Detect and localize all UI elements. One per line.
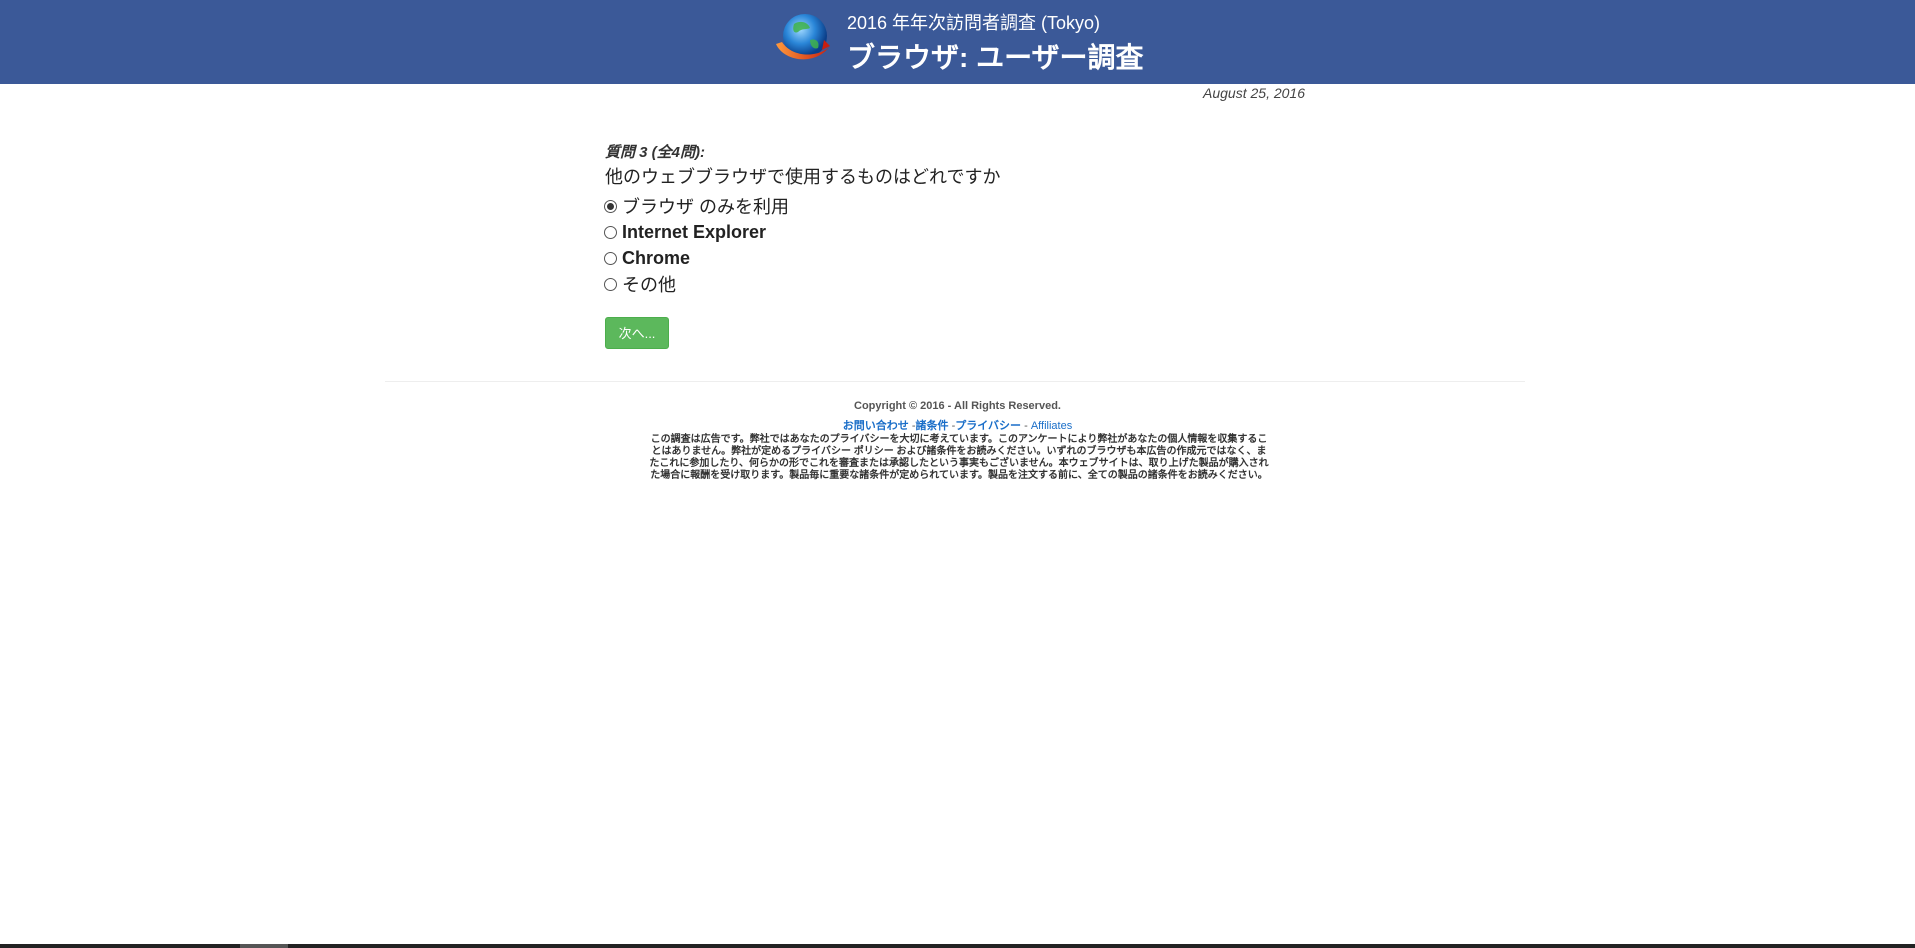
horizontal-scrollbar[interactable] (0, 944, 1915, 948)
survey-page: 2016 年年次訪問者調査 (Tokyo) ブラウザ: ユーザー調査 Augus… (0, 0, 1915, 948)
option-label[interactable]: Internet Explorer (622, 222, 766, 243)
option-label[interactable]: その他 (622, 271, 676, 297)
option-other[interactable]: その他 (604, 271, 789, 297)
option-chrome[interactable]: Chrome (604, 245, 789, 271)
answer-options: ブラウザ のみを利用 Internet Explorer Chrome その他 (604, 193, 789, 297)
header-bar: 2016 年年次訪問者調査 (Tokyo) ブラウザ: ユーザー調査 (0, 0, 1915, 84)
copyright-text: Copyright © 2016 - All Rights Reserved. (854, 400, 1061, 412)
option-internet-explorer[interactable]: Internet Explorer (604, 219, 789, 245)
option-label[interactable]: Chrome (622, 248, 690, 269)
option-browser-only[interactable]: ブラウザ のみを利用 (604, 193, 789, 219)
survey-date: August 25, 2016 (1203, 85, 1305, 101)
footer-divider (385, 381, 1525, 382)
radio-button-selected[interactable] (604, 199, 617, 213)
terms-link[interactable]: 諸条件 (916, 420, 949, 432)
option-label[interactable]: ブラウザ のみを利用 (622, 193, 789, 219)
page-title: ブラウザ: ユーザー調査 (847, 42, 1144, 73)
disclaimer-text: この調査は広告です。弊社ではあなたのプライバシーを大切に考えています。このアンケ… (649, 434, 1269, 481)
next-button[interactable]: 次へ... (605, 317, 669, 349)
radio-button[interactable] (604, 225, 617, 239)
radio-button[interactable] (604, 251, 617, 265)
link-separator: - (1024, 420, 1028, 432)
affiliates-link[interactable]: Affiliates (1031, 420, 1072, 432)
scrollbar-thumb[interactable] (240, 944, 288, 948)
privacy-link[interactable]: プライバシー (955, 420, 1021, 432)
header-subtitle: 2016 年年次訪問者調査 (Tokyo) (847, 13, 1101, 33)
question-number: 質問 3 (全4問): (605, 144, 706, 161)
question-text: 他のウェブブラウザで使用するものはどれですか (605, 167, 1001, 187)
contact-link[interactable]: お問い合わせ (843, 420, 909, 432)
globe-browser-icon (776, 14, 830, 60)
radio-button[interactable] (604, 277, 617, 291)
footer-links: お問い合わせ -諸条件 -プライバシー - Affiliates (0, 417, 1915, 433)
